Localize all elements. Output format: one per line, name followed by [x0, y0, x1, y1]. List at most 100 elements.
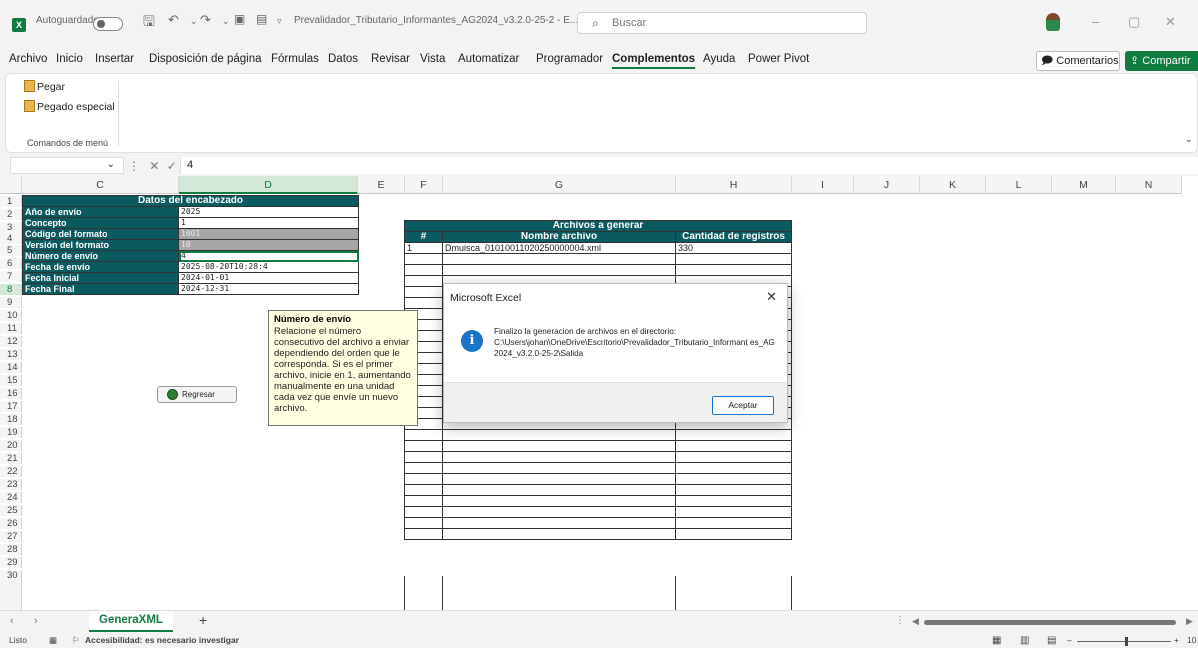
undo-dropdown-icon[interactable]: ⌄ [190, 16, 198, 27]
row-header[interactable]: 9 [0, 297, 22, 308]
files-empty-cell[interactable] [442, 484, 676, 496]
column-header-i[interactable]: I [792, 176, 854, 194]
undo-icon[interactable]: ↶ [168, 12, 179, 28]
row-header[interactable]: 15 [0, 375, 22, 386]
files-cell-num[interactable]: 1 [404, 242, 443, 254]
row-header[interactable]: 3 [0, 222, 22, 233]
files-cell-count[interactable]: 330 [675, 242, 792, 254]
prev-sheet-icon[interactable]: ‹ [10, 615, 14, 627]
row-header[interactable]: 19 [0, 427, 22, 438]
customize-toolbar-icon[interactable]: ▿ [277, 16, 282, 27]
tab-complementos[interactable]: Complementos [612, 53, 695, 65]
save-icon[interactable]: 🖫 [143, 11, 155, 35]
autosave-toggle[interactable] [93, 17, 123, 31]
tab-automatizar[interactable]: Automatizar [458, 53, 519, 65]
files-empty-cell[interactable] [675, 506, 792, 518]
files-empty-cell[interactable] [404, 517, 443, 529]
files-cell-name[interactable]: Dmuisca_01010011020250000004.xml [442, 242, 676, 254]
redo-icon[interactable]: ↷ [200, 12, 211, 28]
zoom-out-icon[interactable]: – [1067, 635, 1072, 645]
tab-disposicion[interactable]: Disposición de página [149, 53, 262, 65]
tab-vista[interactable]: Vista [420, 53, 445, 65]
header-value-cell[interactable]: 2024-12-31 [178, 283, 359, 295]
row-header-selected[interactable]: 8 [0, 284, 22, 295]
dialog-close-icon[interactable]: ✕ [766, 289, 777, 305]
add-sheet-icon[interactable]: + [199, 612, 207, 628]
accept-button[interactable]: Aceptar [712, 396, 774, 415]
row-header[interactable]: 18 [0, 414, 22, 425]
files-empty-cell[interactable] [442, 429, 676, 441]
files-empty-cell[interactable] [442, 451, 676, 463]
row-header[interactable]: 29 [0, 557, 22, 568]
tab-archivo[interactable]: Archivo [9, 53, 47, 65]
page-layout-icon[interactable]: ▥ [1020, 635, 1029, 646]
row-header[interactable]: 7 [0, 271, 22, 282]
files-empty-cell[interactable] [404, 506, 443, 518]
paste-special-button[interactable]: Pegado especial [24, 100, 115, 113]
files-empty-cell[interactable] [442, 440, 676, 452]
files-empty-cell[interactable] [442, 495, 676, 507]
files-empty-cell[interactable] [442, 517, 676, 529]
files-empty-cell[interactable] [675, 462, 792, 474]
row-header[interactable]: 16 [0, 388, 22, 399]
row-header[interactable]: 5 [0, 245, 22, 256]
paste-button[interactable]: Pegar [24, 80, 65, 93]
files-empty-cell[interactable] [675, 484, 792, 496]
tab-programador[interactable]: Programador [536, 53, 603, 65]
accessibility-icon[interactable]: ⚐ [72, 635, 80, 646]
more-icon[interactable]: ⋮ [128, 159, 140, 173]
tab-insertar[interactable]: Insertar [95, 53, 134, 65]
column-header-d[interactable]: D [179, 176, 358, 194]
header-value-cell[interactable]: 10 [178, 239, 359, 251]
ribbon-collapse-icon[interactable]: ⌄ [1185, 134, 1193, 145]
normal-view-icon[interactable]: ▦ [992, 635, 1001, 646]
file-name[interactable]: Prevalidador_Tributario_Informantes_AG20… [294, 15, 578, 26]
files-empty-cell[interactable] [442, 253, 676, 265]
column-header-g[interactable]: G [443, 176, 676, 194]
name-box-dropdown-icon[interactable]: ⌄ [107, 159, 115, 170]
row-header[interactable]: 27 [0, 531, 22, 542]
column-header-k[interactable]: K [920, 176, 986, 194]
row-header[interactable]: 4 [0, 233, 22, 244]
files-empty-cell[interactable] [404, 297, 443, 309]
row-header[interactable]: 21 [0, 453, 22, 464]
row-header[interactable]: 13 [0, 349, 22, 360]
formula-input[interactable]: 4 [180, 157, 1198, 174]
tab-formulas[interactable]: Fórmulas [271, 53, 319, 65]
row-header[interactable]: 2 [0, 209, 22, 220]
tab-ayuda[interactable]: Ayuda [703, 53, 735, 65]
column-header-j[interactable]: J [854, 176, 920, 194]
header-value-cell[interactable]: 2024-01-01 [178, 272, 359, 284]
user-avatar[interactable] [1046, 13, 1060, 31]
scroll-left-icon[interactable]: ◀ [912, 616, 919, 627]
regresar-button[interactable]: Regresar [157, 386, 237, 403]
next-sheet-icon[interactable]: › [34, 615, 38, 627]
redo-dropdown-icon[interactable]: ⌄ [222, 16, 230, 27]
row-header[interactable]: 20 [0, 440, 22, 451]
files-empty-cell[interactable] [675, 253, 792, 265]
sheet-tab-generaxml[interactable]: GeneraXML [89, 611, 173, 632]
files-empty-cell[interactable] [675, 440, 792, 452]
zoom-slider[interactable] [1077, 641, 1171, 642]
row-header[interactable]: 28 [0, 544, 22, 555]
files-empty-cell[interactable] [675, 473, 792, 485]
files-empty-cell[interactable] [404, 429, 443, 441]
tab-datos[interactable]: Datos [328, 53, 358, 65]
files-empty-cell[interactable] [675, 517, 792, 529]
files-empty-cell[interactable] [404, 264, 443, 276]
files-empty-cell[interactable] [442, 506, 676, 518]
share-button[interactable]: ⇪ Compartir [1125, 51, 1198, 71]
files-empty-cell[interactable] [675, 264, 792, 276]
comments-button[interactable]: 🗩 Comentarios [1036, 51, 1120, 71]
minimize-icon[interactable]: – [1092, 14, 1099, 29]
files-empty-cell[interactable] [675, 451, 792, 463]
row-header[interactable]: 26 [0, 518, 22, 529]
header-value-cell[interactable]: 2025 [178, 206, 359, 218]
row-header[interactable]: 1 [0, 196, 22, 207]
column-header-n[interactable]: N [1116, 176, 1182, 194]
close-window-icon[interactable]: ✕ [1165, 14, 1176, 30]
files-empty-cell[interactable] [404, 462, 443, 474]
files-empty-cell[interactable] [404, 451, 443, 463]
accessibility-status[interactable]: Accesibilidad: es necesario investigar [85, 635, 239, 645]
files-empty-cell[interactable] [404, 286, 443, 298]
